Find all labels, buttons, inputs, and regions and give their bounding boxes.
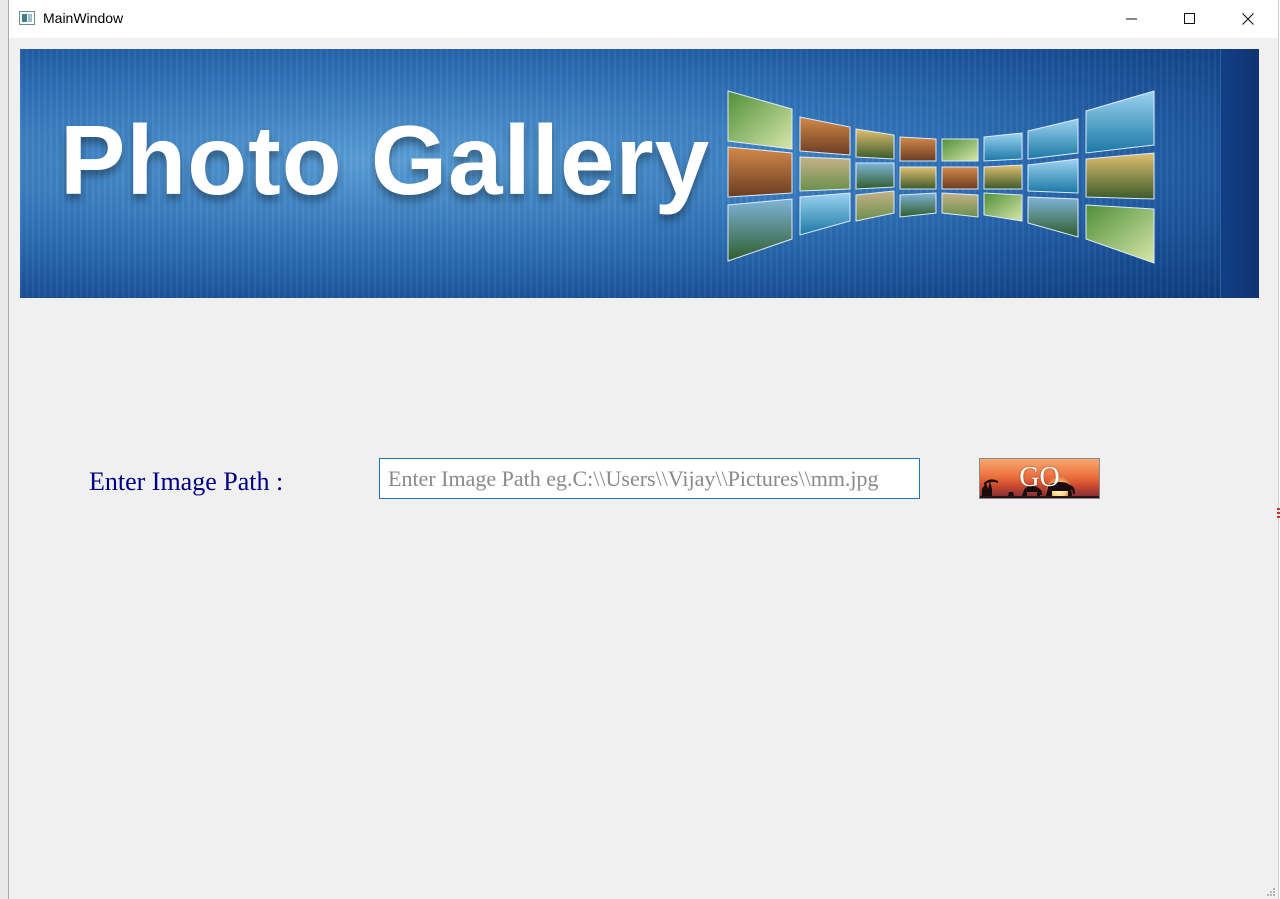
resize-grip-icon[interactable] — [1266, 887, 1276, 897]
maximize-icon — [1184, 13, 1195, 24]
maximize-button[interactable] — [1161, 0, 1219, 38]
banner-title: Photo Gallery — [60, 105, 711, 215]
minimize-icon — [1126, 18, 1137, 20]
close-icon — [1242, 13, 1254, 25]
go-button[interactable]: GO — [979, 458, 1100, 499]
banner-edge — [1220, 49, 1259, 298]
title-bar[interactable]: MainWindow — [9, 0, 1278, 38]
photo-gallery-banner: Photo Gallery — [20, 49, 1259, 298]
window-title: MainWindow — [43, 10, 124, 26]
photo-wall-image — [727, 90, 1155, 264]
desktop-background — [0, 0, 8, 899]
image-path-label: Enter Image Path : — [89, 467, 284, 496]
window-app-icon — [19, 11, 35, 25]
close-button[interactable] — [1219, 0, 1277, 38]
main-window: MainWindow Photo Gallery Enter Image Pat… — [8, 0, 1280, 899]
go-button-label: GO — [1019, 462, 1060, 493]
minimize-button[interactable] — [1103, 0, 1161, 38]
image-path-input[interactable] — [379, 458, 920, 499]
